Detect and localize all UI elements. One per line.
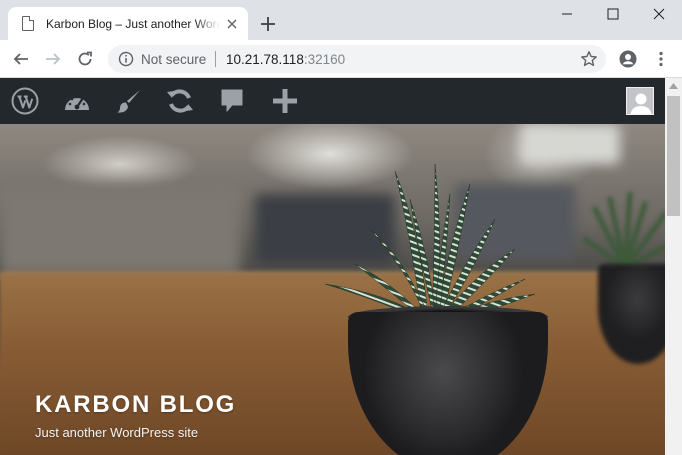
scrollbar-thumb[interactable]	[667, 96, 680, 216]
browser-toolbar: Not secure 10.21.78.118:32160	[0, 40, 682, 78]
updates-icon[interactable]	[164, 85, 196, 117]
star-icon[interactable]	[580, 50, 598, 68]
new-content-plus-icon[interactable]	[269, 85, 301, 117]
arrow-right-icon[interactable]	[43, 49, 63, 69]
succulent-plant	[324, 163, 536, 324]
avatar[interactable]	[626, 87, 654, 115]
address-bar[interactable]: Not secure 10.21.78.118:32160	[108, 45, 606, 73]
site-title[interactable]: Karbon Blog	[35, 391, 236, 419]
wp-admin-bar	[0, 78, 682, 124]
customize-brush-icon[interactable]	[113, 85, 145, 117]
maximize-icon[interactable]	[590, 0, 636, 28]
window-light	[520, 124, 620, 164]
security-label[interactable]: Not secure	[141, 52, 206, 67]
wordpress-logo-icon[interactable]	[9, 85, 41, 117]
close-icon[interactable]	[636, 0, 682, 28]
arrow-left-icon[interactable]	[11, 49, 31, 69]
tab-title: Karbon Blog – Just another WordPress sit…	[46, 16, 220, 31]
plant-pot	[348, 312, 548, 455]
divider	[215, 51, 216, 67]
site-description: Just another WordPress site	[35, 425, 199, 440]
kebab-menu-icon[interactable]	[651, 49, 671, 69]
scrollbar[interactable]	[665, 78, 682, 455]
plus-icon[interactable]	[258, 14, 278, 34]
url-port: :32160	[303, 52, 346, 67]
url-text[interactable]: 10.21.78.118:32160	[226, 52, 345, 67]
close-icon[interactable]	[224, 16, 240, 32]
tab-strip: Karbon Blog – Just another WordPress sit…	[0, 0, 682, 40]
page-viewport: Karbon Blog Just another WordPress site	[0, 124, 665, 455]
background-plant	[582, 191, 665, 272]
minimize-icon[interactable]	[544, 0, 590, 28]
background-blur	[0, 184, 240, 274]
reload-icon[interactable]	[75, 49, 95, 69]
dashboard-icon[interactable]	[61, 85, 93, 117]
comments-icon[interactable]	[216, 85, 248, 117]
page-icon	[22, 16, 34, 31]
account-circle-icon[interactable]	[618, 49, 638, 69]
browser-tab[interactable]: Karbon Blog – Just another WordPress sit…	[8, 7, 248, 40]
url-host: 10.21.78.118	[226, 52, 304, 67]
info-icon[interactable]	[118, 51, 134, 67]
scroll-up-arrow-icon[interactable]	[669, 83, 678, 89]
